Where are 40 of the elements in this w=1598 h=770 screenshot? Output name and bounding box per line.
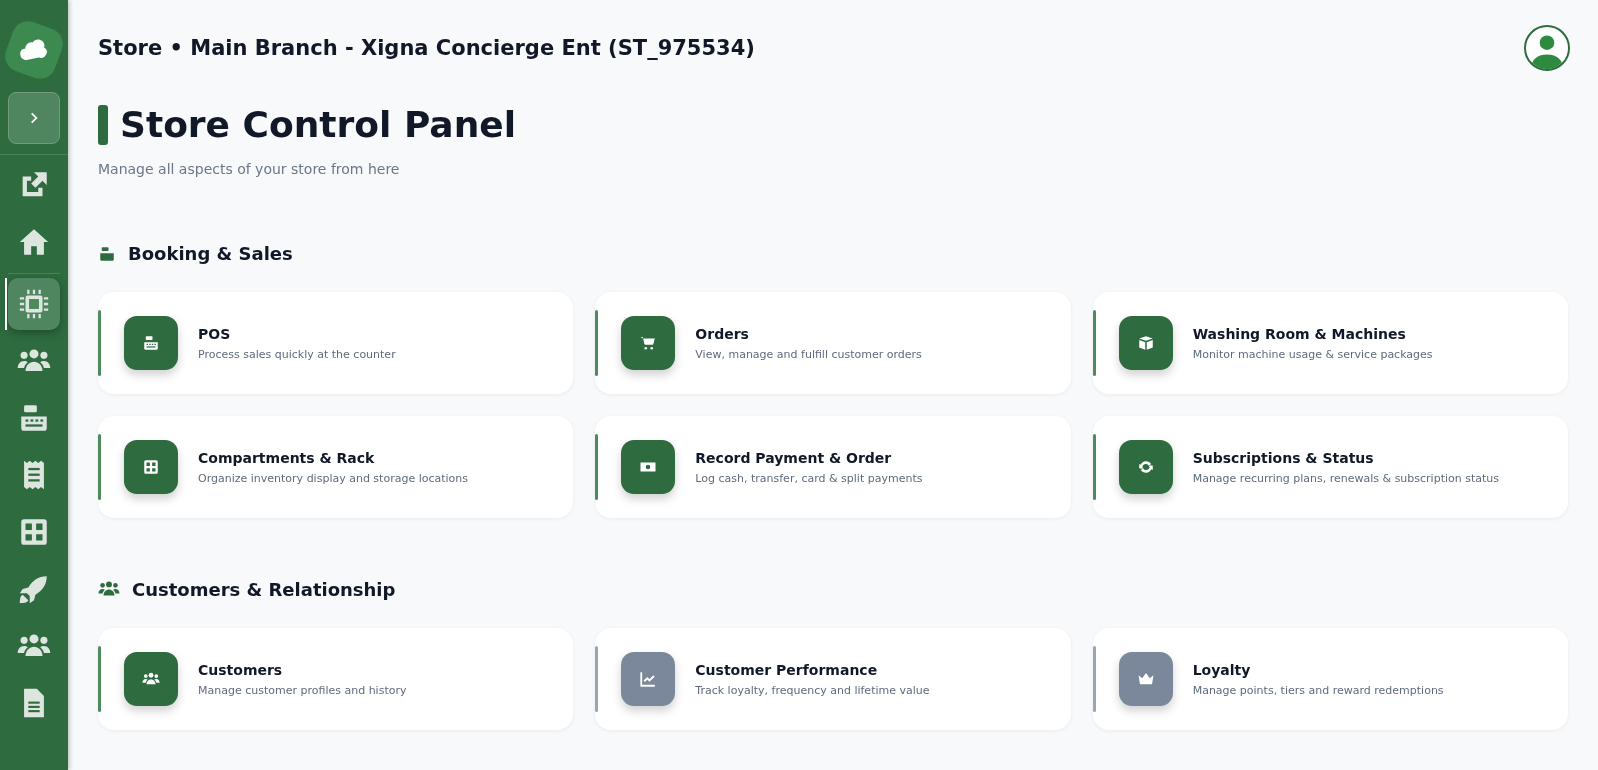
- card-description: Manage recurring plans, renewals & subscription status: [1192, 471, 1500, 485]
- store-title: Store • Main Branch - Xigna Concierge Ent (ST_975534): [98, 36, 755, 60]
- section-title: Booking & Sales: [128, 243, 293, 264]
- module-card[interactable]: POS Process sales quickly at the counter: [98, 292, 574, 394]
- card-description: Manage points, tiers and reward redemptions: [1192, 683, 1444, 697]
- card-title: Washing Room & Machines: [1192, 325, 1407, 342]
- card-description: Process sales quickly at the counter: [198, 347, 396, 361]
- card-description: Track loyalty, frequency and lifetime value: [695, 683, 930, 697]
- title-accent-bar: [98, 104, 108, 145]
- grid-icon: [142, 458, 160, 476]
- module-card[interactable]: Orders View, manage and fulfill customer orders: [595, 292, 1071, 394]
- card-title: Customers: [198, 661, 284, 678]
- card-description: Organize inventory display and storage locations: [198, 471, 469, 485]
- card-title: Compartments & Rack: [198, 449, 376, 466]
- cash-register-icon: [98, 244, 116, 263]
- chip-icon: [17, 287, 51, 321]
- card-title: Record Payment & Order: [695, 449, 893, 466]
- card-description: Log cash, transfer, card & split payments: [695, 471, 923, 485]
- card-title: Customer Performance: [695, 661, 879, 678]
- module-card[interactable]: Subscriptions & Status Manage recurring plans, renewals & subscription status: [1092, 416, 1568, 518]
- section-title: Customers & Relationship: [132, 578, 396, 600]
- cash-register-icon: [142, 334, 160, 352]
- page-title: Store Control Panel: [120, 104, 517, 145]
- module-card[interactable]: Washing Room & Machines Monitor machine usage & service packages: [1092, 292, 1568, 394]
- card-title: Subscriptions & Status: [1192, 449, 1375, 466]
- chart-icon: [639, 670, 658, 688]
- module-card[interactable]: Compartments & Rack Organize inventory display and storage locations: [98, 416, 574, 518]
- page-subtitle: Manage all aspects of your store from here: [98, 161, 401, 177]
- sync-icon: [1136, 458, 1155, 476]
- module-card[interactable]: Customers Manage customer profiles and history: [98, 628, 574, 730]
- card-description: View, manage and fulfill customer orders: [695, 347, 922, 361]
- avatar[interactable]: [1524, 25, 1570, 71]
- sidebar-item[interactable]: [8, 278, 60, 330]
- card-description: Monitor machine usage & service packages: [1192, 347, 1433, 361]
- module-card[interactable]: Record Payment & Order Log cash, transfer, card & split payments: [595, 416, 1071, 518]
- card-title: Loyalty: [1192, 661, 1252, 678]
- card-description: Manage customer profiles and history: [198, 683, 407, 697]
- card-title: Orders: [695, 325, 750, 342]
- card-title: POS: [198, 325, 232, 342]
- box-icon: [1136, 334, 1155, 352]
